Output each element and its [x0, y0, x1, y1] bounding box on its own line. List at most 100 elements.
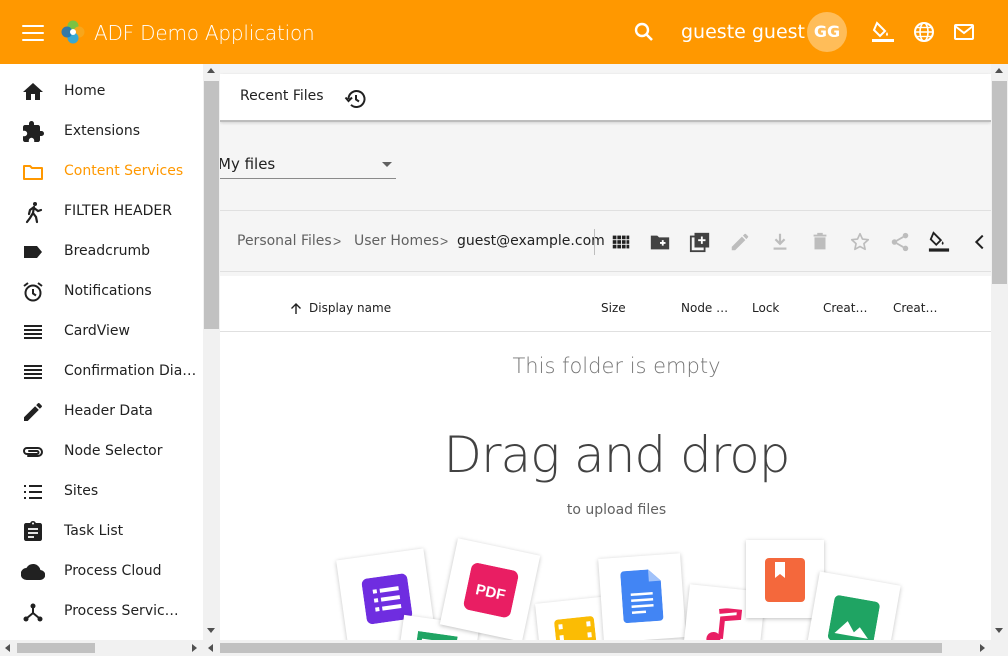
tab-recent-files[interactable]: Recent Files [240, 88, 324, 104]
sidebar-item-label: Breadcrumb [64, 243, 150, 259]
sidebar-item-breadcrumb[interactable]: Breadcrumb [0, 232, 203, 272]
document-toolbar: Personal Files > User Homes > guest@exam… [220, 210, 991, 272]
sidebar-horizontal-scrollbar-thumb[interactable] [17, 643, 95, 653]
breadcrumb-separator: > [333, 233, 342, 249]
sidebar-item-process-services[interactable]: Process Servic… [0, 592, 203, 632]
pdf-file-icon: PDF [463, 563, 519, 618]
sidebar-item-label: Process Servic… [64, 603, 179, 619]
sidebar-item-label: Process Cloud [64, 563, 162, 579]
sidebar-item-cardview[interactable]: CardView [0, 312, 203, 352]
theme-fill-icon[interactable] [871, 19, 895, 43]
download-icon[interactable] [769, 231, 791, 253]
source-select[interactable]: My files [220, 152, 396, 179]
sidebar-item-label: Sites [64, 483, 99, 499]
user-name[interactable]: gueste guest [681, 21, 805, 43]
sidebar-item-extensions[interactable]: Extensions [0, 112, 203, 152]
sidebar-item-label: Extensions [64, 123, 141, 139]
sidebar-item-label: Task List [64, 523, 124, 539]
empty-folder-title: This folder is empty [512, 354, 721, 378]
app-logo-icon [61, 20, 85, 44]
grid-view-icon[interactable] [610, 231, 632, 253]
sidebar-item-filter-header[interactable]: FILTER HEADER [0, 192, 203, 232]
app-title[interactable]: ADF Demo Application [94, 21, 315, 45]
sidebar-scrollbar[interactable] [203, 64, 220, 640]
create-folder-icon[interactable] [649, 231, 671, 253]
document-list: Display name Size Node … Lock Creat… Cre… [220, 276, 991, 640]
lines-icon [24, 365, 42, 379]
breadcrumb-current[interactable]: guest@example.com [457, 233, 605, 249]
book-file-card [746, 540, 824, 618]
content-horizontal-scrollbar[interactable] [203, 640, 1008, 656]
document-file-card [598, 553, 686, 640]
spreadsheet-file-icon [413, 630, 458, 640]
share-icon[interactable] [889, 231, 911, 253]
image-file-icon [827, 595, 880, 640]
upload-add-icon[interactable] [689, 231, 711, 253]
sidebar-nav: Home Extensions Content Services FILTER … [0, 64, 203, 640]
video-file-icon [554, 616, 598, 640]
sidebar-item-node-selector[interactable]: Node Selector [0, 432, 203, 472]
attachment-icon [23, 447, 43, 457]
header-divider [220, 331, 991, 332]
color-fill-icon[interactable] [928, 231, 950, 253]
column-header-created-on[interactable]: Creat… [893, 301, 938, 315]
delete-icon[interactable] [809, 231, 831, 253]
book-file-icon [765, 558, 805, 602]
sidebar-item-label: Confirmation Dia… [64, 363, 197, 379]
column-header-lock[interactable]: Lock [752, 301, 779, 315]
sidebar-item-label: Content Services [64, 163, 184, 179]
sidebar-item-notifications[interactable]: Notifications [0, 272, 203, 312]
folder-icon [23, 165, 43, 180]
menu-icon[interactable] [22, 25, 44, 41]
sidebar-item-label: Header Data [64, 403, 153, 419]
toolbar-divider [594, 229, 595, 255]
drag-drop-subtitle: to upload files [566, 502, 667, 518]
audio-file-icon [706, 606, 743, 640]
list-icon [24, 485, 42, 499]
column-header-created-by[interactable]: Creat… [823, 301, 868, 315]
collapse-chevron-icon[interactable] [969, 231, 991, 253]
content-horizontal-scrollbar-thumb[interactable] [220, 643, 942, 653]
sidebar-item-header-data[interactable]: Header Data [0, 392, 203, 432]
sidebar-item-label: FILTER HEADER [64, 203, 172, 219]
language-globe-icon[interactable] [912, 20, 936, 44]
sort-arrow-up-icon[interactable] [289, 302, 303, 316]
history-icon[interactable] [344, 87, 368, 111]
sidebar-item-process-cloud[interactable]: Process Cloud [0, 552, 203, 592]
video-file-card [535, 596, 611, 640]
mail-icon[interactable] [952, 20, 976, 44]
alarm-icon [23, 282, 43, 302]
source-select-value: My files [220, 155, 276, 173]
image-file-card [805, 571, 901, 640]
sidebar-item-content-services[interactable]: Content Services [0, 152, 203, 192]
column-header-size[interactable]: Size [601, 301, 626, 315]
content-scrollbar[interactable] [991, 64, 1008, 640]
avatar[interactable]: GG [807, 12, 847, 52]
sidebar-item-sites[interactable]: Sites [0, 472, 203, 512]
pencil-icon [24, 403, 42, 421]
sidebar-scrollbar-thumb[interactable] [204, 81, 219, 329]
sidebar-horizontal-scrollbar[interactable] [0, 640, 203, 656]
sidebar-item-label: Node Selector [64, 443, 163, 459]
search-icon[interactable] [632, 20, 656, 44]
sidebar-item-confirmation-dialog[interactable]: Confirmation Dia… [0, 352, 203, 392]
home-icon [23, 83, 43, 100]
app-header: ADF Demo Application gueste guest GG [0, 0, 1008, 64]
content-scrollbar-thumb[interactable] [992, 81, 1007, 284]
edit-icon[interactable] [729, 231, 751, 253]
column-header-node-type[interactable]: Node … [681, 301, 728, 315]
column-header-display-name[interactable]: Display name [309, 301, 391, 315]
breadcrumb-item[interactable]: Personal Files [237, 233, 332, 249]
cloud-icon [21, 563, 45, 581]
document-file-icon [620, 569, 664, 624]
sidebar-item-task-list[interactable]: Task List [0, 512, 203, 552]
label-icon [24, 246, 42, 258]
lines-icon [24, 325, 42, 339]
sidebar-item-home[interactable]: Home [0, 72, 203, 112]
breadcrumb-item[interactable]: User Homes [354, 233, 439, 249]
sidebar-item-label: Notifications [64, 283, 152, 299]
breadcrumb-separator: > [440, 233, 449, 249]
person-walking-icon [25, 202, 43, 224]
drag-drop-headline: Drag and drop [443, 426, 790, 484]
favorite-star-icon[interactable] [849, 231, 871, 253]
